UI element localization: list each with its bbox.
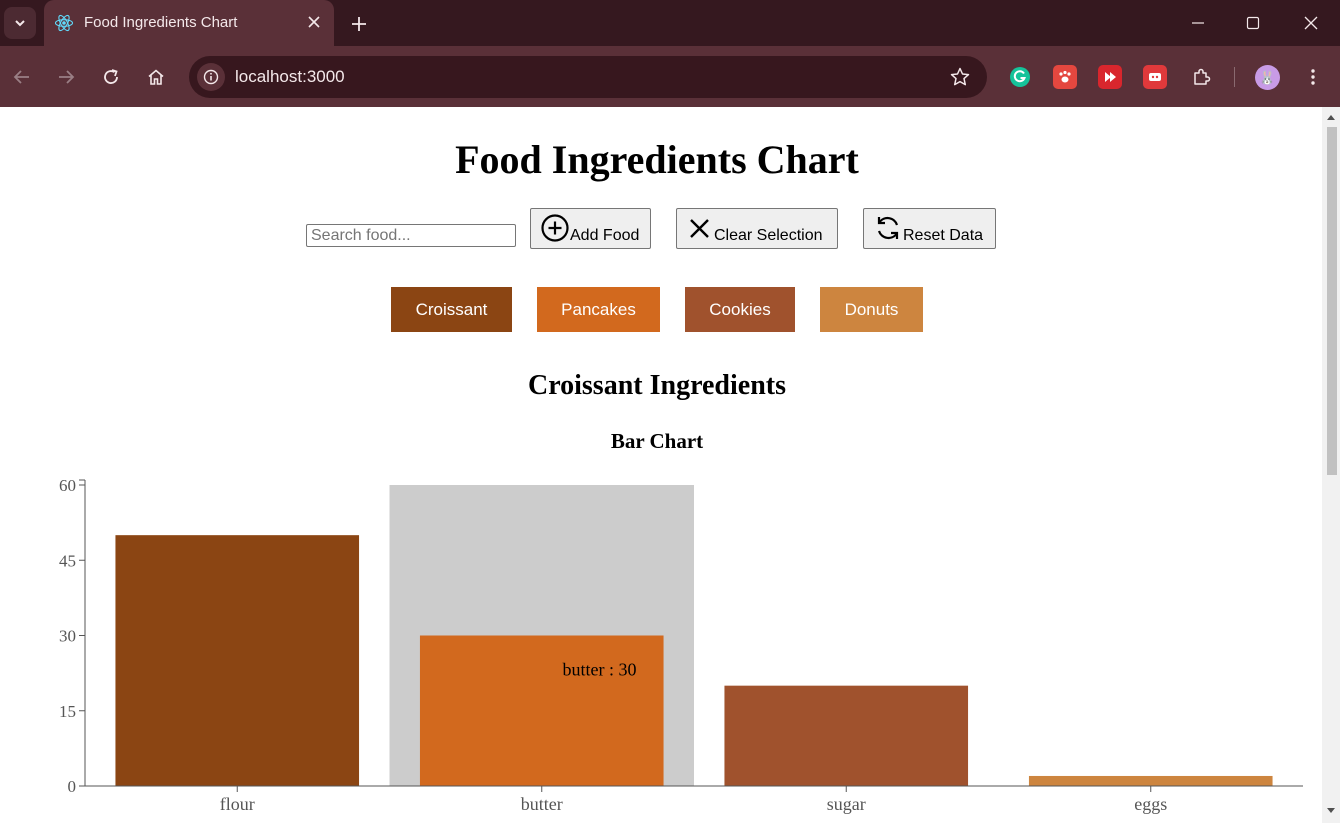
bar-chart: 0 15 30 45 60 flour butter sugar eggs butter : 30 [59, 476, 1303, 814]
bar-eggs[interactable] [1028, 775, 1273, 786]
food-button-label: Donuts [844, 299, 899, 319]
y-tick-label: 60 [59, 476, 76, 495]
food-button-label: Pancakes [561, 299, 636, 319]
browser-titlebar: Food Ingredients Chart [0, 0, 1340, 46]
food-button-donuts[interactable]: Donuts [820, 287, 923, 332]
refresh-icon [877, 216, 899, 240]
chart-heading: Croissant Ingredients [527, 370, 786, 401]
food-button-cookies[interactable]: Cookies [685, 287, 795, 332]
tab-search-button[interactable] [4, 7, 36, 39]
browser-toolbar: localhost:3000 🐰 [0, 46, 1340, 107]
screen-extension-icon[interactable] [1143, 65, 1167, 89]
back-arrow-icon[interactable] [7, 62, 37, 92]
reset-data-label: Reset Data [903, 227, 984, 244]
vertical-scrollbar[interactable] [1322, 107, 1340, 823]
browser-tab[interactable]: Food Ingredients Chart [44, 0, 334, 46]
bar-flour[interactable] [115, 535, 360, 786]
clear-selection-label: Clear Selection [714, 227, 823, 244]
scrollbar-thumb[interactable] [1327, 127, 1337, 475]
page-title: Food Ingredients Chart [455, 137, 859, 182]
reload-icon[interactable] [96, 62, 126, 92]
food-button-label: Cookies [709, 299, 771, 319]
plus-circle-icon [541, 214, 569, 242]
new-tab-icon[interactable] [346, 11, 372, 37]
y-tick-label: 0 [68, 777, 77, 796]
y-tick-label: 15 [59, 702, 76, 721]
media-extension-icon[interactable] [1098, 65, 1122, 89]
reset-data-button[interactable]: Reset Data [863, 208, 996, 249]
site-info-icon[interactable] [197, 63, 225, 91]
paw-extension-icon[interactable] [1053, 65, 1077, 89]
add-food-button[interactable]: Add Food [530, 208, 651, 249]
page-viewport: Food Ingredients Chart Add Food Clear Se… [0, 107, 1322, 823]
close-icon [690, 219, 709, 238]
food-button-label: Croissant [415, 299, 488, 319]
bar-sugar[interactable] [724, 685, 969, 786]
x-tick-label: flour [220, 794, 255, 814]
scroll-up-arrow-icon[interactable] [1326, 113, 1336, 123]
chart-subheading: Bar Chart [610, 429, 704, 453]
url-text: localhost:3000 [235, 67, 345, 86]
scroll-down-arrow-icon[interactable] [1326, 807, 1336, 817]
forward-arrow-icon[interactable] [51, 62, 81, 92]
chevron-down-icon [15, 20, 25, 27]
grammarly-extension-icon[interactable] [1008, 65, 1032, 89]
food-button-pancakes[interactable]: Pancakes [537, 287, 660, 332]
close-window-icon[interactable] [1289, 8, 1333, 38]
address-bar[interactable]: localhost:3000 [189, 56, 987, 98]
toolbar-divider [1234, 67, 1235, 87]
tab-title: Food Ingredients Chart [84, 14, 238, 31]
maximize-icon[interactable] [1231, 8, 1275, 38]
clear-selection-button[interactable]: Clear Selection [676, 208, 838, 249]
extensions-puzzle-icon[interactable] [1189, 65, 1213, 89]
y-tick-label: 30 [59, 627, 76, 646]
bar-tooltip: butter : 30 [563, 660, 637, 680]
y-tick-label: 45 [59, 551, 76, 570]
react-logo-icon [54, 14, 74, 32]
x-tick-label: butter [521, 794, 563, 814]
add-food-label: Add Food [570, 227, 640, 244]
bar-butter[interactable] [419, 635, 664, 787]
home-icon[interactable] [141, 62, 171, 92]
x-tick-label: sugar [827, 794, 866, 814]
x-tick-label: eggs [1134, 794, 1167, 814]
minimize-icon[interactable] [1176, 8, 1220, 38]
close-tab-icon[interactable] [304, 12, 324, 32]
bookmark-star-icon[interactable] [949, 66, 971, 93]
search-input[interactable] [306, 224, 516, 247]
more-menu-icon[interactable] [1298, 62, 1328, 92]
profile-avatar[interactable]: 🐰 [1255, 65, 1280, 90]
food-button-croissant[interactable]: Croissant [391, 287, 512, 332]
